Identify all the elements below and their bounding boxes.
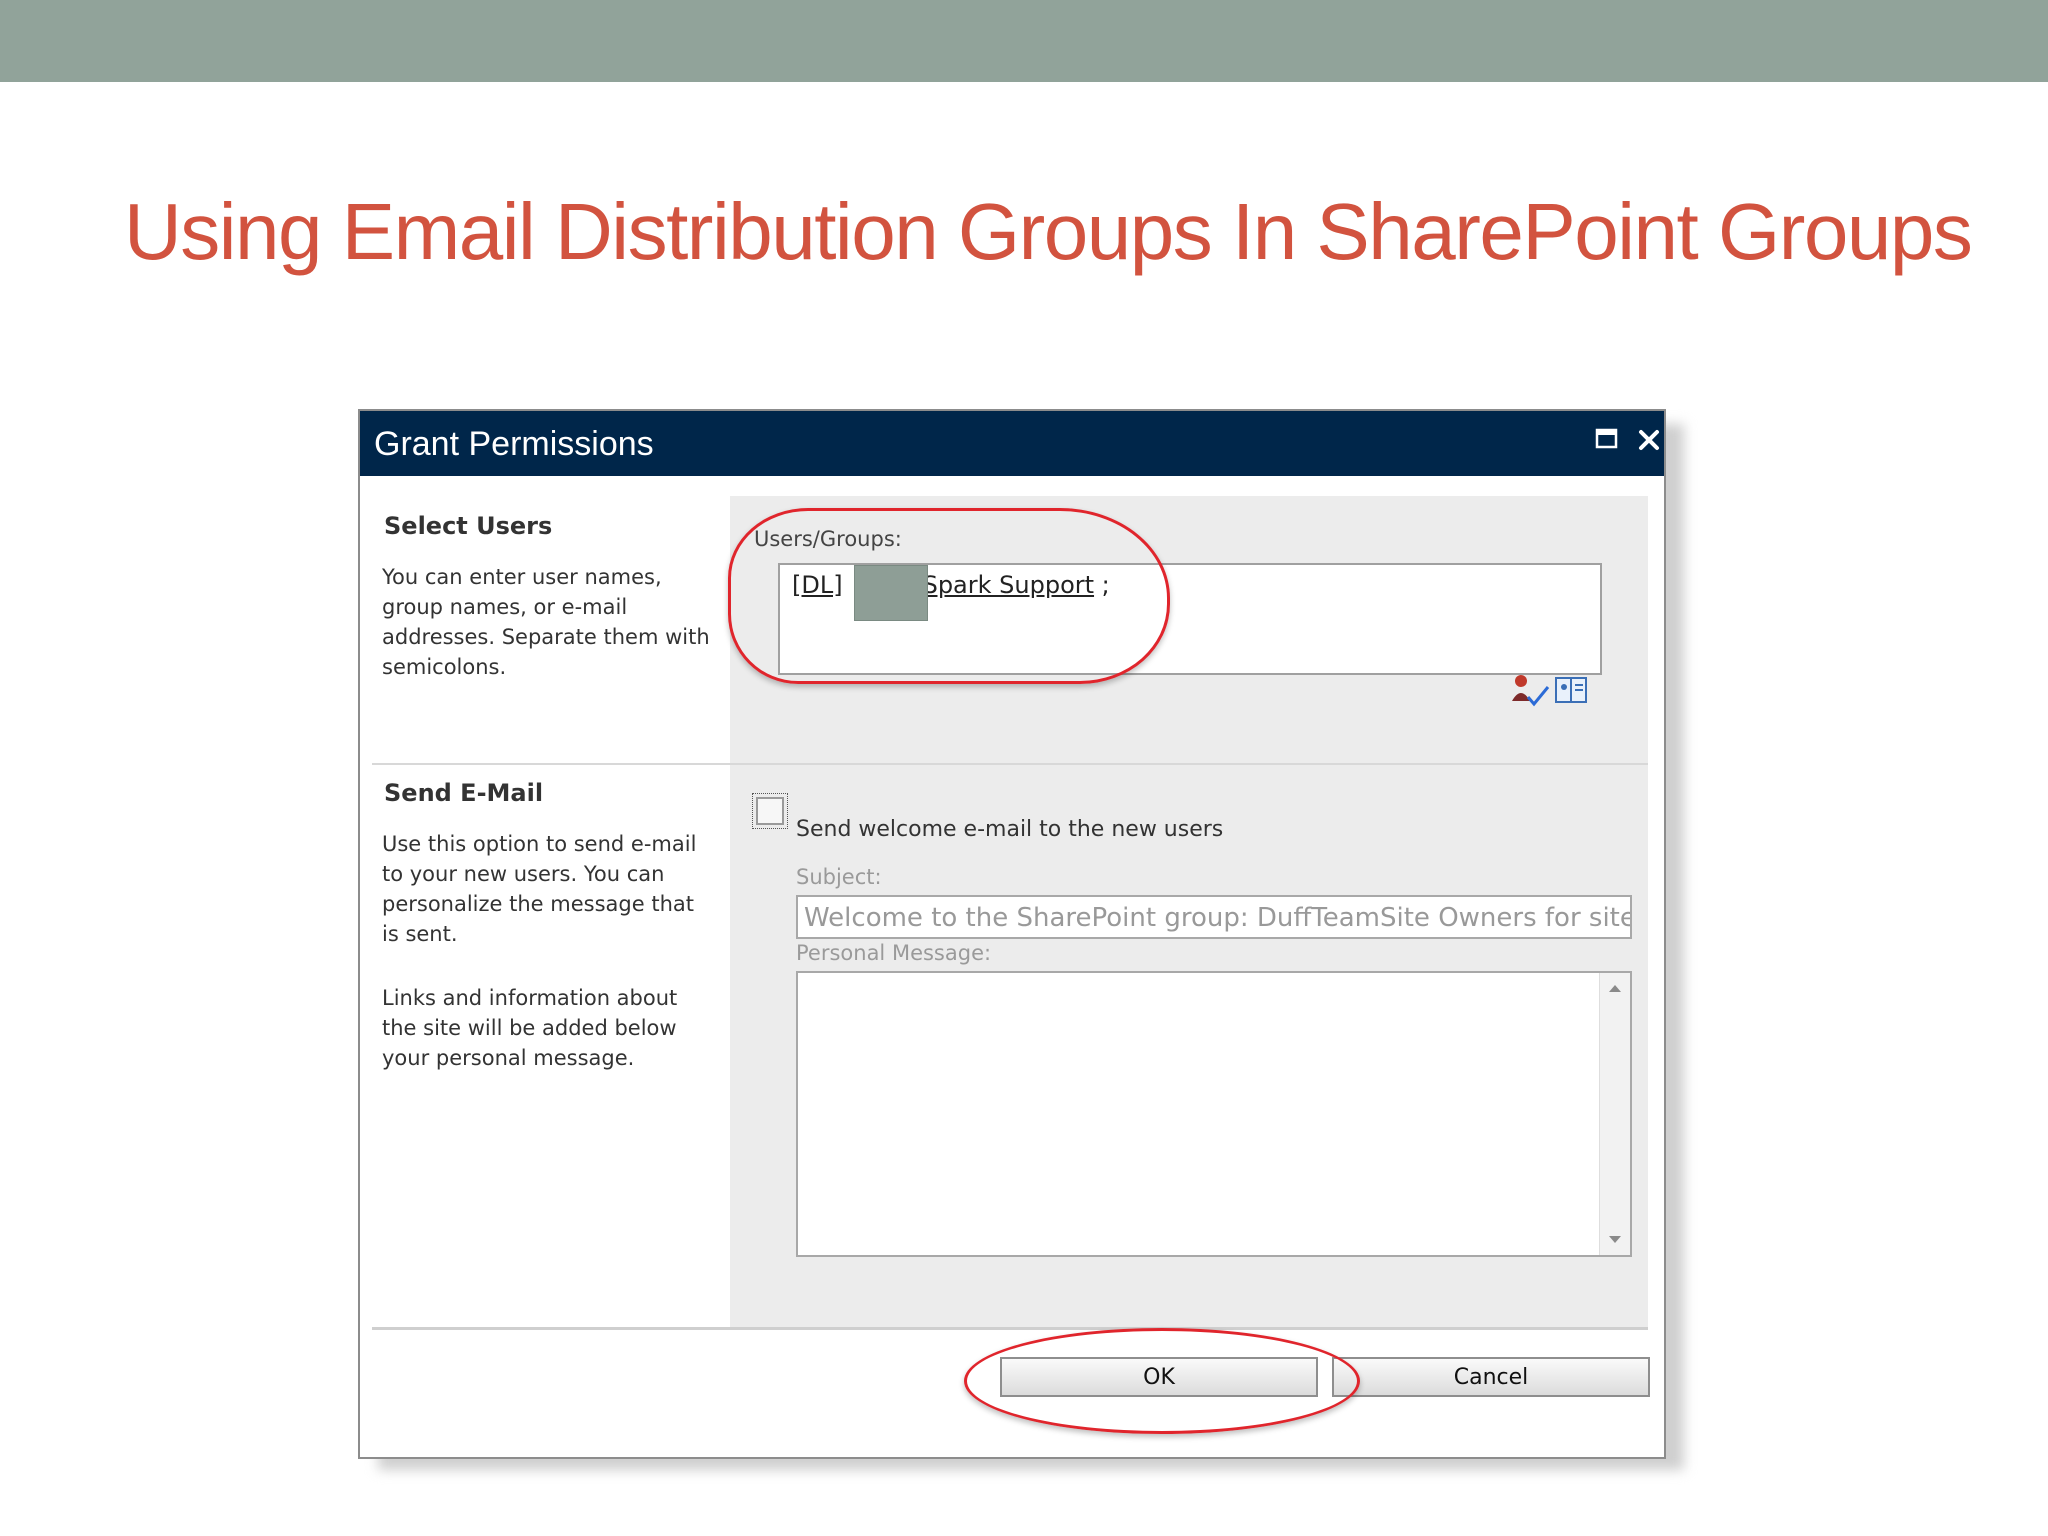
personal-message-label: Personal Message: — [796, 941, 992, 965]
send-email-description: Use this option to send e-mail to your n… — [382, 832, 697, 946]
message-scrollbar[interactable] — [1599, 973, 1630, 1255]
scroll-up-icon[interactable] — [1608, 983, 1622, 993]
footer-divider — [372, 1327, 1648, 1330]
users-groups-highlight-ellipse — [728, 508, 1170, 684]
select-users-heading: Select Users — [384, 512, 553, 540]
slide-top-band — [0, 0, 2048, 82]
subject-value: Welcome to the SharePoint group: DuffTea… — [804, 903, 1632, 933]
send-email-heading: Send E-Mail — [384, 779, 544, 807]
select-users-description-panel: Select Users You can enter user names, g… — [372, 496, 730, 764]
subject-input[interactable]: Welcome to the SharePoint group: DuffTea… — [796, 895, 1632, 939]
slide-title: Using Email Distribution Groups In Share… — [124, 187, 1973, 276]
check-names-icon[interactable] — [1510, 673, 1552, 709]
subject-label: Subject: — [796, 865, 882, 889]
dialog-titlebar: Grant Permissions — [360, 411, 1664, 476]
close-icon[interactable] — [1634, 425, 1664, 455]
send-welcome-email-label: Send welcome e-mail to the new users — [796, 817, 1224, 842]
send-welcome-email-checkbox[interactable] — [752, 793, 788, 829]
maximize-icon[interactable] — [1592, 425, 1622, 455]
dialog-title: Grant Permissions — [374, 425, 654, 463]
send-email-links-info: Links and information about the site wil… — [382, 986, 678, 1070]
cancel-button[interactable]: Cancel — [1332, 1357, 1650, 1397]
ok-button-highlight-ellipse — [964, 1328, 1360, 1434]
select-users-description: You can enter user names, group names, o… — [382, 565, 710, 679]
personal-message-textarea[interactable] — [796, 971, 1632, 1257]
scroll-down-icon[interactable] — [1608, 1235, 1622, 1245]
send-email-description-panel: Send E-Mail Use this option to send e-ma… — [372, 765, 730, 1327]
address-book-icon[interactable] — [1554, 675, 1588, 705]
